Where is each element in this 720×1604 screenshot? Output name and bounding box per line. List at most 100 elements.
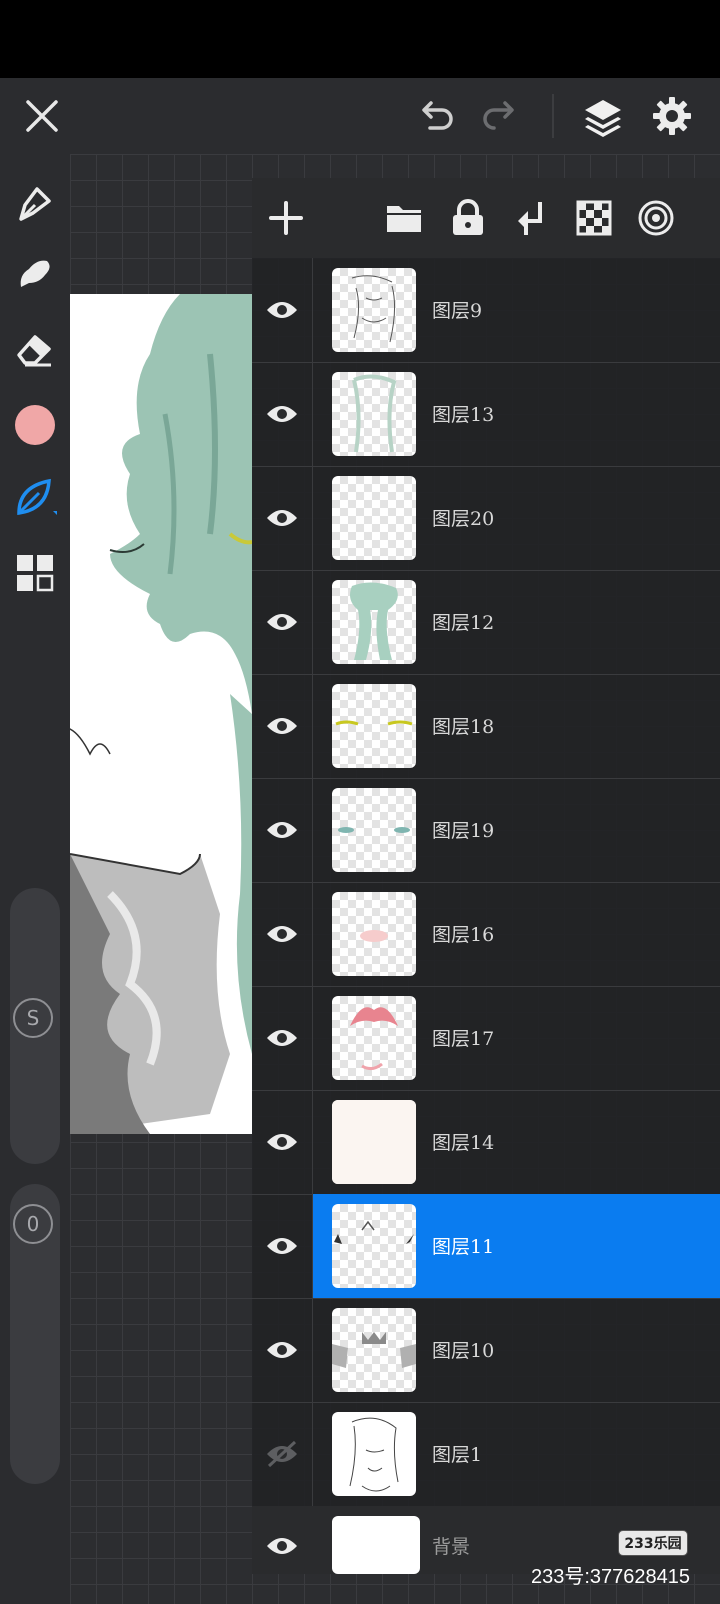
opacity-label: 0 [26,1212,40,1236]
layer-row[interactable]: 图层10 [252,1298,720,1403]
layer-row[interactable]: 图层1 [252,1402,720,1507]
layers-panel: 图层9 图层13 图层20 图层12 图层18 图层19 图层16 图层17 图… [252,178,720,1574]
layer-thumbnail [332,1204,416,1288]
eye-icon [267,1342,297,1358]
visibility-toggle[interactable] [262,498,302,538]
transparency-lock-button[interactable] [570,194,618,242]
pen-tool[interactable] [10,178,60,228]
layer-thumbnail [332,1308,416,1392]
layer-thumbnail [332,580,416,664]
layer-name: 图层13 [432,404,495,426]
eye-icon [267,822,297,838]
eye-icon [267,614,297,630]
redo-button[interactable] [476,92,524,140]
layer-thumbnail [332,268,416,352]
eye-icon [267,1238,297,1254]
close-button[interactable] [18,92,66,140]
size-label: S [26,1006,40,1030]
visibility-toggle[interactable] [262,1122,302,1162]
redo-icon [483,101,514,130]
artwork [70,294,252,1134]
layer-name: 图层10 [432,1340,495,1362]
visibility-toggle[interactable] [262,1018,302,1058]
smudge-tool[interactable] [10,248,60,298]
layer-row[interactable]: 图层17 [252,986,720,1091]
layer-row[interactable]: 图层20 [252,466,720,571]
lock-layer-button[interactable] [444,194,492,242]
current-color-swatch [15,405,55,445]
layer-row[interactable]: 图层16 [252,882,720,987]
folder-icon [387,206,421,232]
undo-button[interactable] [412,92,460,140]
layer-thumbnail [332,1100,416,1184]
layer-mode-button[interactable] [632,194,680,242]
visibility-toggle[interactable] [262,394,302,434]
drawing-canvas[interactable] [70,294,252,1134]
visibility-toggle[interactable] [262,1330,302,1370]
visibility-toggle[interactable] [262,1526,302,1566]
layer-name: 图层12 [432,612,495,634]
layer-name: 图层17 [432,1028,495,1050]
layer-thumbnail [332,1412,416,1496]
add-layer-button[interactable] [262,194,310,242]
layer-name: 图层19 [432,820,495,842]
layer-thumbnail [332,372,416,456]
merge-down-button[interactable] [508,194,556,242]
lock-icon [453,199,483,235]
layer-row[interactable]: 图层18 [252,674,720,779]
brush-size-slider[interactable]: S [10,888,60,1164]
left-toolbar: S 0 [0,154,70,1604]
settings-button[interactable] [648,92,696,140]
eye-icon [267,926,297,942]
visibility-toggle[interactable] [262,290,302,330]
watermark-text: 233号:377628415 [530,1566,690,1588]
close-icon [26,100,58,132]
eraser-tool[interactable] [10,324,60,374]
visibility-toggle[interactable] [262,1226,302,1266]
layer-thumbnail [332,788,416,872]
background-thumbnail [332,1516,420,1574]
layer-name: 图层16 [432,924,495,946]
layer-thumbnail [332,892,416,976]
eye-hidden-icon [267,1440,297,1468]
layer-row[interactable]: 图层19 [252,778,720,883]
brush-size-knob[interactable]: S [13,998,53,1038]
color-picker[interactable] [10,400,60,450]
brush-selector[interactable] [10,472,60,522]
smudge-icon [20,260,50,287]
layers-panel-toolbar [252,178,720,258]
gallery-tool[interactable] [10,548,60,598]
status-bar [0,0,720,78]
eye-icon [267,406,297,422]
watermark-badge: 233乐园 [618,1530,688,1556]
eye-icon [267,302,297,318]
eye-icon [267,718,297,734]
add-group-button[interactable] [380,194,428,242]
brush-opacity-knob[interactable]: 0 [13,1204,53,1244]
layer-thumbnail [332,996,416,1080]
layer-name: 图层1 [432,1444,483,1466]
leaf-brush-icon [17,478,57,516]
visibility-toggle[interactable] [262,1434,302,1474]
layer-name: 图层20 [432,508,495,530]
layer-row[interactable]: 图层9 [252,258,720,363]
undo-icon [422,101,453,130]
layer-name: 图层11 [432,1236,495,1258]
plus-icon [269,201,303,235]
visibility-toggle[interactable] [262,602,302,642]
visibility-toggle[interactable] [262,706,302,746]
eye-icon [267,1030,297,1046]
layer-row-selected[interactable]: 图层11 [252,1194,720,1299]
layer-row[interactable]: 图层14 [252,1090,720,1195]
layers-list: 图层9 图层13 图层20 图层12 图层18 图层19 图层16 图层17 图… [252,258,720,1574]
layers-button[interactable] [578,92,628,142]
brush-opacity-slider[interactable]: 0 [10,1184,60,1484]
layer-row[interactable]: 图层13 [252,362,720,467]
layer-row[interactable]: 图层12 [252,570,720,675]
grid-icon [17,555,54,592]
eye-icon [267,510,297,526]
visibility-toggle[interactable] [262,914,302,954]
visibility-toggle[interactable] [262,810,302,850]
eraser-icon [17,335,51,367]
layer-thumbnail [332,476,416,560]
